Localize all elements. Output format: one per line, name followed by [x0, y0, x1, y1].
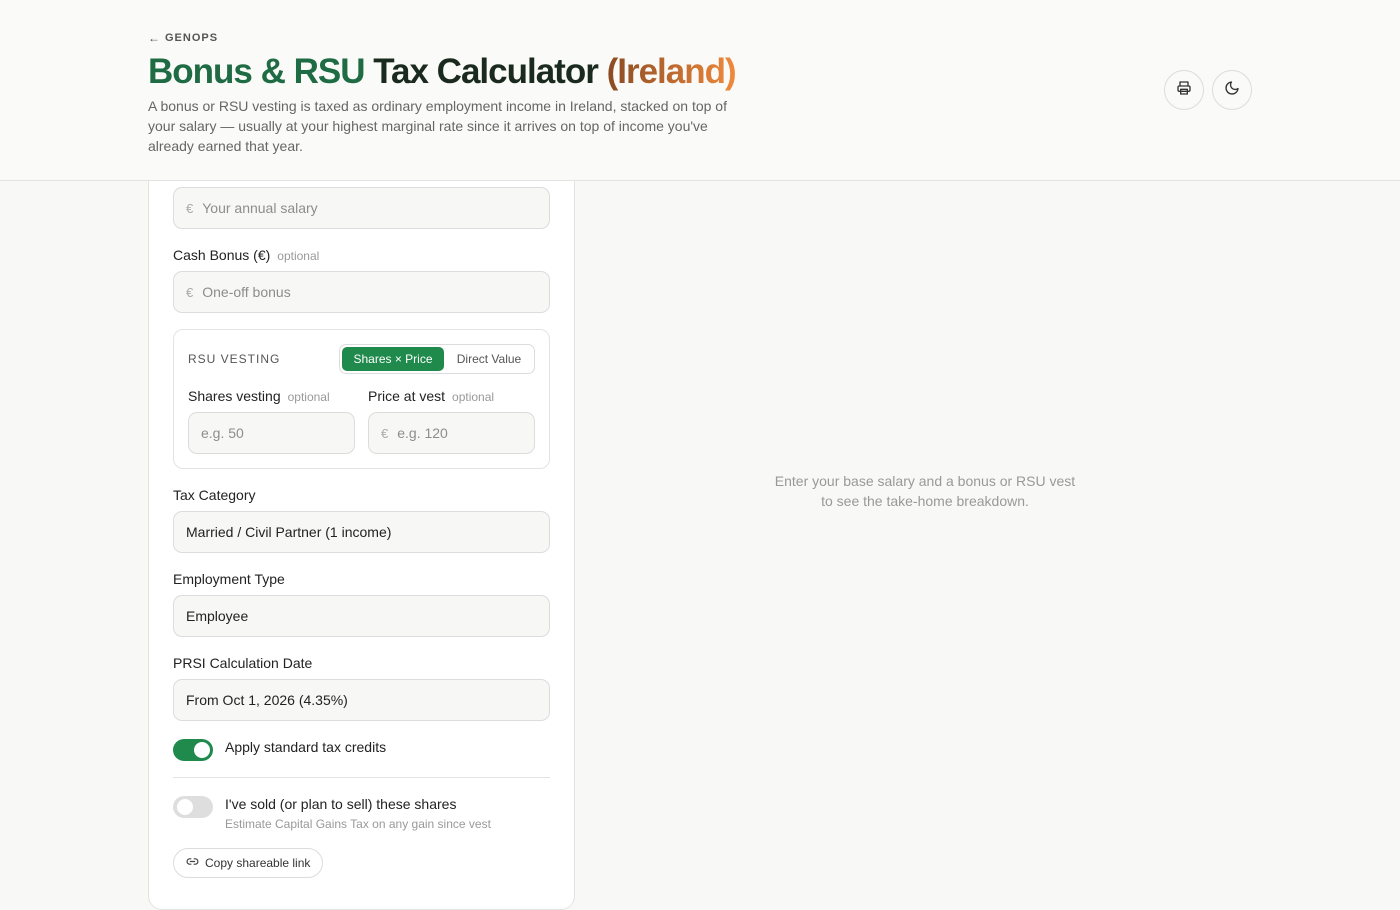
optional-tag: optional	[277, 249, 320, 263]
title-part-2: Tax Calculator	[373, 52, 599, 91]
prsi-date-select[interactable]: From Oct 1, 2026 (4.35%)	[173, 679, 550, 721]
link-icon	[186, 855, 199, 871]
mode-shares-price-button[interactable]: Shares × Price	[342, 347, 444, 371]
salary-placeholder: Your annual salary	[202, 200, 318, 216]
employment-type-value: Employee	[186, 608, 249, 624]
cash-bonus-placeholder: One-off bonus	[202, 284, 291, 300]
cash-bonus-label-text: Cash Bonus (€)	[173, 247, 271, 263]
tax-category-label-text: Tax Category	[173, 487, 256, 503]
shares-vesting-label-text: Shares vesting	[188, 388, 281, 404]
salary-input[interactable]: € Your annual salary	[173, 187, 550, 229]
price-placeholder: e.g. 120	[397, 425, 448, 441]
arrow-left-icon: ←	[148, 31, 161, 45]
prsi-date-label: PRSI Calculation Date	[173, 655, 312, 671]
prsi-date-label-text: PRSI Calculation Date	[173, 655, 313, 671]
tax-credits-toggle-label: Apply standard tax credits	[225, 739, 387, 755]
back-link-label: GENOPS	[165, 32, 219, 44]
tax-category-value: Married / Civil Partner (1 income)	[186, 524, 392, 540]
employment-type-label: Employment Type	[173, 571, 285, 587]
rsu-mode-toggle[interactable]: Shares × Price Direct Value	[339, 344, 535, 374]
sold-shares-hint: Estimate Capital Gains Tax on any gain s…	[225, 817, 491, 831]
page-title: Bonus & RSU Tax Calculator (Ireland)	[148, 52, 737, 92]
euro-icon: €	[186, 200, 194, 216]
tax-category-select[interactable]: Married / Civil Partner (1 income)	[173, 511, 550, 553]
rsu-vesting-title: RSU VESTING	[188, 352, 281, 366]
shares-placeholder: e.g. 50	[201, 425, 244, 441]
price-at-vest-input[interactable]: € e.g. 120	[368, 412, 535, 454]
price-at-vest-label-text: Price at vest	[368, 388, 446, 404]
sold-shares-toggle-label: I've sold (or plan to sell) these shares	[225, 796, 457, 812]
copy-shareable-link-button[interactable]: Copy shareable link	[173, 848, 324, 878]
dark-mode-toggle-button[interactable]	[1212, 70, 1252, 110]
toggle-knob	[177, 799, 193, 815]
employment-type-label-text: Employment Type	[173, 571, 285, 587]
euro-icon: €	[381, 425, 389, 441]
mode-direct-value-button[interactable]: Direct Value	[446, 347, 532, 371]
title-part-1: Bonus & RSU	[148, 52, 365, 91]
title-part-3: (Ireland)	[606, 52, 737, 91]
moon-icon	[1224, 80, 1240, 101]
page-header: ← GENOPS Bonus & RSU Tax Calculator (Ire…	[0, 0, 1400, 181]
tax-category-label: Tax Category	[173, 487, 255, 503]
cash-bonus-input[interactable]: € One-off bonus	[173, 271, 550, 313]
cash-bonus-label: Cash Bonus (€) optional	[173, 247, 319, 263]
shares-vesting-input[interactable]: e.g. 50	[188, 412, 355, 454]
back-link-genops[interactable]: ← GENOPS	[148, 31, 218, 45]
optional-tag: optional	[287, 390, 330, 404]
copy-link-label: Copy shareable link	[205, 856, 311, 870]
printer-icon	[1176, 80, 1192, 101]
sold-shares-toggle[interactable]	[173, 796, 213, 818]
print-button[interactable]	[1164, 70, 1204, 110]
shares-vesting-label: Shares vesting optional	[188, 388, 330, 404]
toggle-knob	[194, 742, 210, 758]
results-empty-state: Enter your base salary and a bonus or RS…	[725, 471, 1125, 511]
optional-tag: optional	[452, 390, 495, 404]
page-subtitle: A bonus or RSU vesting is taxed as ordin…	[148, 98, 727, 154]
employment-type-select[interactable]: Employee	[173, 595, 550, 637]
euro-icon: €	[186, 284, 194, 300]
divider	[173, 777, 550, 778]
empty-state-line-1: Enter your base salary and a bonus or RS…	[774, 473, 1076, 489]
empty-state-line-2: to see the take-home breakdown.	[821, 493, 1029, 509]
prsi-date-value: From Oct 1, 2026 (4.35%)	[186, 692, 348, 708]
tax-credits-toggle[interactable]	[173, 739, 213, 761]
price-at-vest-label: Price at vest optional	[368, 388, 494, 404]
